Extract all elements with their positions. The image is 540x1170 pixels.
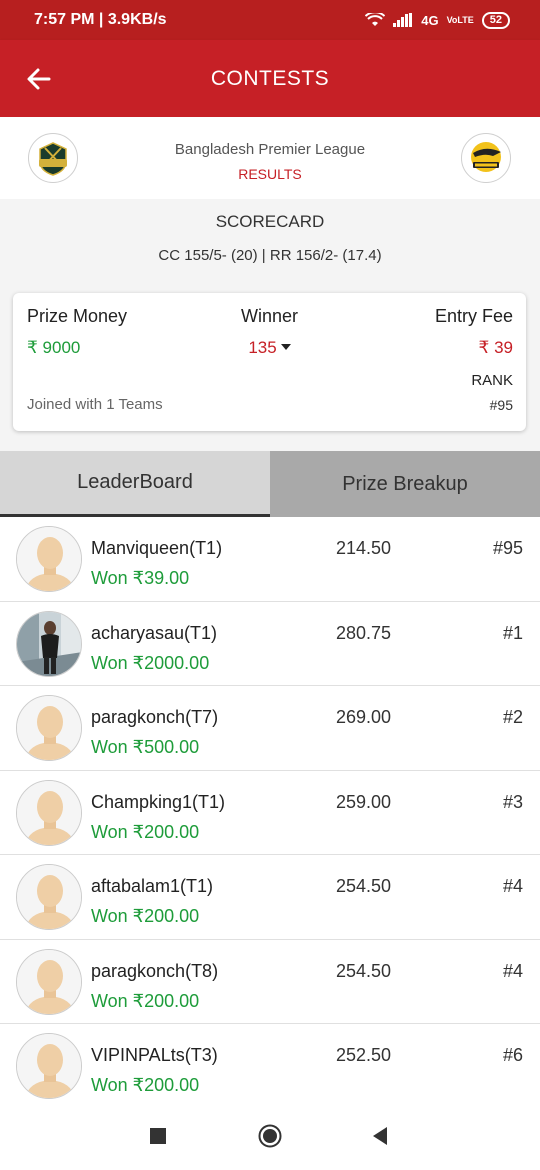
user-points: 254.50 [336,876,392,896]
user-name: Champking1(T1) [91,791,226,812]
score-line: CC 155/5- (20) | RR 156/2- (17.4) [158,247,382,264]
user-name: paragkonch(T8) [91,960,219,981]
user-rank: #1 [502,622,523,643]
tab-prize-breakup[interactable]: Prize Breakup [270,451,540,517]
team-right-crest-icon [471,142,501,172]
signal-icon [393,13,413,27]
won-amount: Won ₹39.00 [91,568,190,588]
status-bar: 7:57 PM | 3.9KB/s 4G VoLTE 52 [0,0,540,40]
won-amount: Won ₹200.00 [91,1075,200,1095]
user-rank: #2 [502,707,523,727]
recents-square-icon[interactable] [146,1124,170,1148]
default-avatar-icon [17,1034,81,1098]
system-nav-bar [0,1100,540,1170]
avatar [16,1033,82,1099]
user-name: aftabalam1(T1) [91,876,214,896]
team-left-logo [28,133,78,183]
entry-fee-value: ₹ 39 [478,338,513,357]
joined-text: Joined with 1 Teams [27,396,163,413]
user-rank: #95 [492,538,523,558]
back-triangle-icon[interactable] [368,1124,392,1148]
battery-icon: 52 [481,11,510,29]
match-status: RESULTS [238,166,302,182]
user-points: 280.75 [336,622,392,643]
league-name: Bangladesh Premier League [174,141,366,158]
scorecard-title: SCORECARD [215,212,325,231]
volte-badge: VoLTE [446,15,474,25]
scorecard-section: SCORECARD CC 155/5- (20) | RR 156/2- (17… [0,199,540,451]
app-bar: CONTESTS [0,40,540,117]
user-points: 254.50 [336,960,392,981]
avatar [16,695,82,761]
rank-value: #95 [489,397,513,413]
wifi-icon [365,13,386,26]
leaderboard-row[interactable]: paragkonch(T8) Won ₹200.00 254.50 #4 [0,939,540,1024]
user-rank: #3 [502,791,523,812]
default-avatar-icon [17,780,81,845]
avatar [16,948,82,1015]
won-amount: Won ₹200.00 [91,821,200,842]
avatar [16,526,82,592]
won-amount: Won ₹500.00 [91,737,200,757]
page-title: CONTESTS [210,66,330,90]
caret-down-icon [280,344,291,350]
status-icons: 4G VoLTE 52 [365,11,510,29]
won-amount: Won ₹2000.00 [91,652,210,673]
match-info: Bangladesh Premier League RESULTS [120,141,420,182]
default-avatar-icon [17,527,81,591]
user-photo-icon [17,611,81,676]
won-amount: Won ₹200.00 [91,906,200,926]
winner-value: 135 [248,338,277,357]
user-points: 269.00 [336,707,392,727]
tab-bar: LeaderBoard Prize Breakup [0,451,540,517]
network-type: 4G [421,12,439,28]
leaderboard-row[interactable]: VIPINPALts(T3) Won ₹200.00 252.50 #6 [0,1024,540,1109]
rank-label: RANK [471,372,513,389]
user-name: acharyasau(T1) [91,622,218,643]
home-circle-icon[interactable] [258,1124,282,1148]
winner-dropdown[interactable]: 135 [13,338,526,358]
avatar [16,610,82,677]
won-amount: Won ₹200.00 [91,990,200,1011]
status-time-speed: 7:57 PM | 3.9KB/s [34,11,167,28]
user-name: paragkonch(T7) [91,707,219,727]
entry-fee-label: Entry Fee [434,306,513,326]
prize-card: Prize Money Winner Entry Fee ₹ 9000 135 … [13,293,526,431]
user-rank: #4 [502,876,523,896]
user-name: VIPINPALts(T3) [91,1045,218,1065]
leaderboard-list: Manviqueen(T1) Won ₹39.00 214.50 #95 ach… [0,517,540,1109]
user-points: 259.00 [336,791,392,812]
match-header: Bangladesh Premier League RESULTS [0,117,540,199]
user-name: Manviqueen(T1) [91,538,223,558]
default-avatar-icon [17,949,81,1014]
tab-leaderboard[interactable]: LeaderBoard [0,451,270,517]
leaderboard-row[interactable]: Champking1(T1) Won ₹200.00 259.00 #3 [0,770,540,855]
team-right-logo [461,133,511,183]
default-avatar-icon [17,865,81,929]
user-rank: #4 [502,960,523,981]
default-avatar-icon [17,696,81,760]
user-points: 214.50 [336,538,392,558]
back-arrow-icon[interactable] [24,64,54,94]
leaderboard-row[interactable]: Manviqueen(T1) Won ₹39.00 214.50 #95 [0,517,540,602]
leaderboard-row[interactable]: aftabalam1(T1) Won ₹200.00 254.50 #4 [0,855,540,940]
avatar [16,779,82,846]
user-points: 252.50 [336,1045,392,1065]
leaderboard-row[interactable]: paragkonch(T7) Won ₹500.00 269.00 #2 [0,686,540,771]
team-left-crest-icon [39,142,67,176]
user-rank: #6 [502,1045,523,1065]
avatar [16,864,82,930]
leaderboard-row[interactable]: acharyasau(T1) Won ₹2000.00 280.75 #1 [0,601,540,686]
